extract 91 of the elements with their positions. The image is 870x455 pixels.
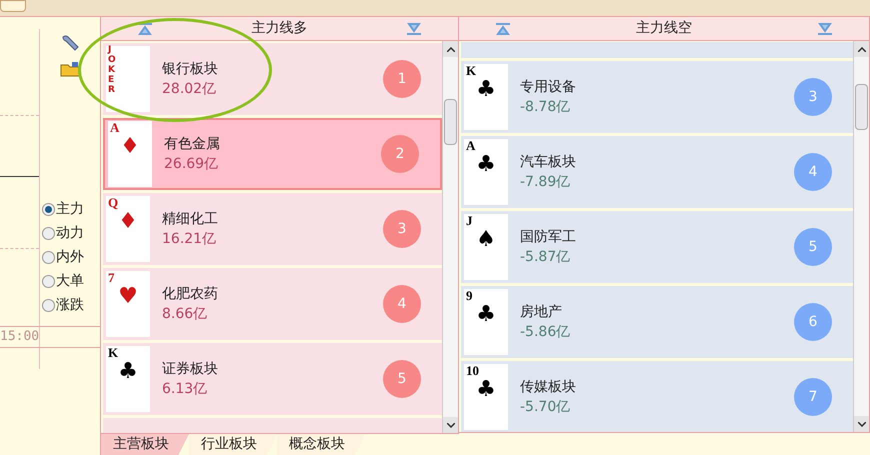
sector-name: 传媒板块 xyxy=(520,378,577,397)
radio-label: 大单 xyxy=(56,272,84,291)
sector-name: 房地产 xyxy=(520,303,563,322)
sector-name: 证券板块 xyxy=(162,360,219,379)
card-suit: ♣ xyxy=(476,379,496,401)
bottom-tab[interactable]: 主营板块 xyxy=(101,434,189,455)
radio-option[interactable]: 涨跌 xyxy=(42,295,100,316)
card-suit: ♣ xyxy=(476,79,496,101)
sector-amount: -7.89亿 xyxy=(520,173,572,192)
card-rank: K xyxy=(466,64,478,77)
sector-amount: -5.70亿 xyxy=(520,398,572,417)
sector-name: 汽车板块 xyxy=(520,153,577,172)
radio-option[interactable]: 大单 xyxy=(42,271,100,292)
scroll-down-icon[interactable] xyxy=(446,422,454,428)
collapse-up-icon[interactable] xyxy=(137,22,153,34)
card-rank: JOKER xyxy=(108,46,117,96)
card-suit: ♦ xyxy=(118,211,138,233)
rank-badge: 5 xyxy=(794,228,832,266)
rank-badge: 2 xyxy=(381,135,419,173)
sector-row[interactable]: J ♠ 国防军工 -5.87亿 5 xyxy=(461,211,853,283)
sector-name: 有色金属 xyxy=(164,135,221,154)
card-suit: ♣ xyxy=(476,154,496,176)
rank-badge: 4 xyxy=(383,285,421,323)
bottom-tab[interactable]: 概念板块 xyxy=(277,434,365,455)
sector-row[interactable]: A ♦ 有色金属 26.69亿 2 xyxy=(103,118,442,190)
card-rank: J xyxy=(466,214,474,227)
panel-title: 主力线多 xyxy=(252,19,308,38)
sector-name: 银行板块 xyxy=(162,60,219,79)
scroll-up-icon[interactable] xyxy=(858,46,866,52)
collapse-down-icon[interactable] xyxy=(817,22,833,34)
sector-amount: 8.66亿 xyxy=(162,305,208,324)
collapse-down-icon[interactable] xyxy=(406,22,422,34)
card-rank: A xyxy=(466,139,476,152)
scroll-thumb[interactable] xyxy=(855,84,868,130)
card-suit: ♥ xyxy=(118,286,138,308)
radio-circle[interactable] xyxy=(42,203,55,216)
sector-amount: 28.02亿 xyxy=(162,80,218,99)
time-label: 15:00 xyxy=(0,328,40,346)
sector-name: 国防军工 xyxy=(520,228,577,247)
card-suit: ♣ xyxy=(476,304,496,326)
radio-label: 内外 xyxy=(56,248,84,267)
sector-row[interactable]: K ♣ 证券板块 6.13亿 5 xyxy=(103,343,442,415)
card-rank: K xyxy=(108,346,120,359)
radio-label: 主力 xyxy=(56,200,84,219)
sector-amount: 16.21亿 xyxy=(162,230,218,249)
sector-row[interactable]: 10 ♣ 传媒板块 -5.70亿 7 xyxy=(461,361,853,432)
toolbar-tab[interactable] xyxy=(0,0,26,12)
rank-badge: 3 xyxy=(794,78,832,116)
card-rank: 7 xyxy=(108,271,116,284)
card-rank: 10 xyxy=(466,364,480,377)
bottom-tab[interactable]: 行业板块 xyxy=(189,434,277,455)
collapse-up-icon[interactable] xyxy=(495,22,511,34)
card-rank: A xyxy=(110,121,120,134)
folder-icon[interactable] xyxy=(60,61,80,77)
card-suit: ♦ xyxy=(120,136,140,158)
card-rank: Q xyxy=(108,196,120,209)
card-suit: ♣ xyxy=(118,361,138,383)
scroll-up-icon[interactable] xyxy=(446,46,454,52)
scroll-down-icon[interactable] xyxy=(858,422,866,426)
sector-row[interactable]: JOKER 银行板块 28.02亿 1 xyxy=(103,43,442,115)
wrench-icon[interactable] xyxy=(60,33,80,53)
panel-title: 主力线空 xyxy=(636,19,692,38)
card-rank: 9 xyxy=(466,289,474,302)
sector-amount: 6.13亿 xyxy=(162,380,208,399)
sector-row[interactable]: Q ♦ 精细化工 16.21亿 3 xyxy=(103,193,442,265)
sector-name: 专用设备 xyxy=(520,78,577,97)
radio-label: 动力 xyxy=(56,224,84,243)
radio-option[interactable]: 动力 xyxy=(42,223,100,244)
sector-name: 精细化工 xyxy=(162,210,219,229)
radio-option[interactable]: 内外 xyxy=(42,247,100,268)
rank-badge: 7 xyxy=(794,378,832,416)
sector-amount: -8.78亿 xyxy=(520,98,572,117)
scroll-thumb[interactable] xyxy=(444,99,457,145)
scrollbar[interactable] xyxy=(442,41,458,433)
rank-badge: 1 xyxy=(383,60,421,98)
sector-row[interactable]: 9 ♣ 房地产 -5.86亿 6 xyxy=(461,286,853,358)
sector-row[interactable]: 7 ♥ 化肥农药 8.66亿 4 xyxy=(103,268,442,340)
rank-badge: 6 xyxy=(794,303,832,341)
scrollbar[interactable] xyxy=(853,41,869,432)
radio-option[interactable]: 主力 xyxy=(42,199,100,220)
sector-amount: -5.86亿 xyxy=(520,323,572,342)
rank-badge: 5 xyxy=(383,360,421,398)
radio-label: 涨跌 xyxy=(56,296,84,315)
sector-amount: -5.87亿 xyxy=(520,248,572,267)
rank-badge: 3 xyxy=(383,210,421,248)
sector-name: 化肥农药 xyxy=(162,285,219,304)
sector-row[interactable]: K ♣ 专用设备 -8.78亿 3 xyxy=(461,61,853,133)
card-suit: ♠ xyxy=(476,229,496,251)
sector-row[interactable]: A ♣ 汽车板块 -7.89亿 4 xyxy=(461,136,853,208)
sector-amount: 26.69亿 xyxy=(164,155,220,174)
rank-badge: 4 xyxy=(794,153,832,191)
